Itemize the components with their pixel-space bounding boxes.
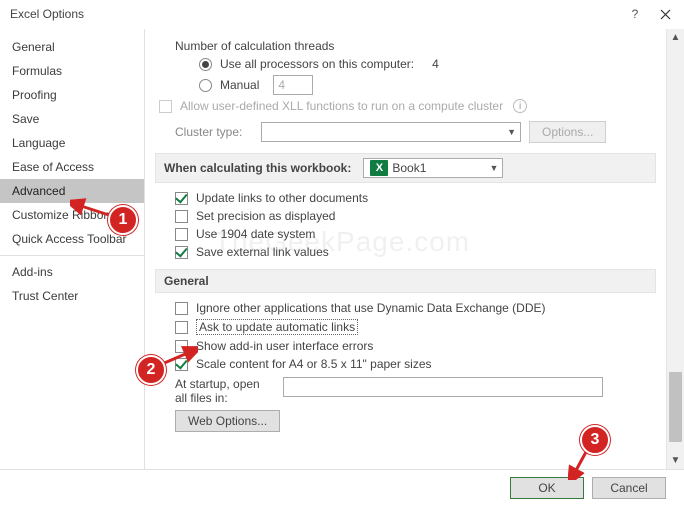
annotation-badge-1: 1: [108, 205, 138, 235]
sidebar-item-save[interactable]: Save: [0, 107, 144, 131]
sidebar-item-add-ins[interactable]: Add-ins: [0, 260, 144, 284]
calc-threads-label: Number of calculation threads: [175, 39, 656, 53]
sidebar: General Formulas Proofing Save Language …: [0, 29, 145, 469]
startup-label: At startup, open all files in:: [175, 377, 275, 406]
cluster-type-label: Cluster type:: [175, 125, 253, 139]
set-precision-label: Set precision as displayed: [196, 209, 335, 223]
scroll-thumb[interactable]: [669, 372, 682, 442]
options-pane: Number of calculation threads Use all pr…: [145, 29, 666, 469]
checkbox-ask-update[interactable]: [175, 321, 188, 334]
title-bar: Excel Options ?: [0, 0, 684, 28]
radio-use-all-processors[interactable]: [199, 58, 212, 71]
ask-update-row: Ask to update automatic links: [175, 319, 656, 335]
checkbox-save-external[interactable]: [175, 246, 188, 259]
options-pane-wrap: Number of calculation threads Use all pr…: [145, 29, 684, 469]
annotation-badge-3: 3: [580, 425, 610, 455]
threads-text: Number of calculation threads: [175, 39, 334, 53]
manual-count-input[interactable]: 4: [273, 75, 313, 95]
scale-content-label: Scale content for A4 or 8.5 x 11" paper …: [196, 357, 432, 371]
section-general: General: [155, 269, 656, 293]
checkbox-update-links[interactable]: [175, 192, 188, 205]
sidebar-item-general[interactable]: General: [0, 35, 144, 59]
workbook-dropdown[interactable]: X Book1 ▼: [363, 158, 503, 178]
show-addin-errors-label: Show add-in user interface errors: [196, 339, 373, 353]
web-options-button[interactable]: Web Options...: [175, 410, 280, 432]
use-all-label: Use all processors on this computer:: [220, 57, 414, 71]
show-addin-errors-row: Show add-in user interface errors: [175, 339, 656, 353]
cancel-button[interactable]: Cancel: [592, 477, 666, 499]
startup-row: At startup, open all files in:: [175, 377, 656, 406]
update-links-row: Update links to other documents: [175, 191, 656, 205]
annotation-badge-2: 2: [136, 355, 166, 385]
ask-update-label: Ask to update automatic links: [196, 319, 358, 335]
scale-content-row: Scale content for A4 or 8.5 x 11" paper …: [175, 357, 656, 371]
cluster-options-button: Options...: [529, 121, 606, 143]
use-1904-row: Use 1904 date system: [175, 227, 656, 241]
radio-manual[interactable]: [199, 79, 212, 92]
excel-icon: X: [370, 160, 388, 176]
info-icon[interactable]: i: [513, 99, 527, 113]
manual-row: Manual 4: [199, 75, 656, 95]
checkbox-allow-udf: [159, 100, 172, 113]
ignore-dde-label: Ignore other applications that use Dynam…: [196, 301, 546, 315]
section-header-general: General: [164, 274, 209, 288]
sidebar-item-formulas[interactable]: Formulas: [0, 59, 144, 83]
chevron-down-icon: ▼: [507, 127, 516, 137]
cluster-type-dropdown: ▼: [261, 122, 521, 142]
sidebar-item-language[interactable]: Language: [0, 131, 144, 155]
help-button[interactable]: ?: [620, 3, 650, 25]
close-button[interactable]: [650, 3, 680, 25]
save-external-label: Save external link values: [196, 245, 329, 259]
checkbox-ignore-dde[interactable]: [175, 302, 188, 315]
use-all-processors-row: Use all processors on this computer: 4: [199, 57, 656, 71]
scroll-down-arrow[interactable]: ▼: [667, 452, 684, 469]
ignore-dde-row: Ignore other applications that use Dynam…: [175, 301, 656, 315]
use-1904-label: Use 1904 date system: [196, 227, 315, 241]
checkbox-set-precision[interactable]: [175, 210, 188, 223]
content-area: General Formulas Proofing Save Language …: [0, 28, 684, 469]
processor-count: 4: [432, 57, 439, 71]
update-links-label: Update links to other documents: [196, 191, 368, 205]
scroll-up-arrow[interactable]: ▲: [667, 29, 684, 46]
workbook-name: Book1: [392, 161, 426, 175]
manual-label: Manual: [220, 78, 259, 92]
sidebar-item-trust-center[interactable]: Trust Center: [0, 284, 144, 308]
startup-path-input[interactable]: [283, 377, 603, 397]
set-precision-row: Set precision as displayed: [175, 209, 656, 223]
section-header-workbook: When calculating this workbook:: [164, 161, 351, 175]
save-external-row: Save external link values: [175, 245, 656, 259]
allow-udf-label: Allow user-defined XLL functions to run …: [180, 99, 503, 113]
vertical-scrollbar[interactable]: ▲ ▼: [666, 29, 684, 469]
scroll-track[interactable]: [667, 46, 684, 452]
sidebar-item-proofing[interactable]: Proofing: [0, 83, 144, 107]
section-when-calculating: When calculating this workbook: X Book1 ▼: [155, 153, 656, 183]
sidebar-item-ease-of-access[interactable]: Ease of Access: [0, 155, 144, 179]
close-icon: [660, 9, 671, 20]
sidebar-separator: [0, 255, 144, 256]
annotation-arrow-3: [568, 450, 594, 480]
cluster-row: Cluster type: ▼ Options...: [175, 121, 656, 143]
checkbox-use-1904[interactable]: [175, 228, 188, 241]
chevron-down-icon: ▼: [489, 163, 498, 173]
allow-udf-row: Allow user-defined XLL functions to run …: [159, 99, 656, 113]
window-title: Excel Options: [10, 7, 620, 21]
